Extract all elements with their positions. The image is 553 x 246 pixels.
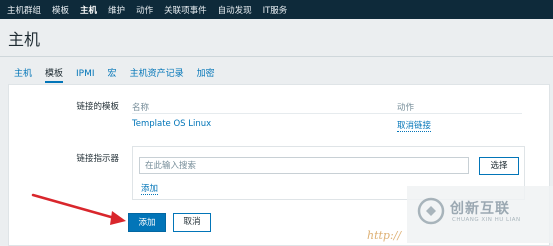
brand-logo-icon <box>417 197 445 225</box>
header-divider <box>0 56 553 57</box>
template-name-link[interactable]: Template OS Linux <box>132 119 211 129</box>
topnav-item-maintenance[interactable]: 维护 <box>108 4 125 16</box>
column-header-name: 名称 <box>132 103 150 113</box>
topnav-item-event-correlation[interactable]: 关联项事件 <box>164 4 207 16</box>
tab-macros[interactable]: 宏 <box>108 66 117 83</box>
linked-templates-table: 名称 动作 Template OS Linux 取消链接 <box>132 95 522 135</box>
column-header-action: 动作 <box>397 103 415 113</box>
add-button[interactable]: 添加 <box>128 213 166 232</box>
tab-host[interactable]: 主机 <box>14 66 32 83</box>
form-tabs: 主机 模板 IPMI 宏 主机资产记录 加密 <box>0 63 553 83</box>
topnav-item-actions[interactable]: 动作 <box>136 4 153 16</box>
topnav-item-hosts[interactable]: 主机 <box>80 4 97 16</box>
top-navigation: 主机群组 模板 主机 维护 动作 关联项事件 自动发现 IT服务 <box>0 0 553 19</box>
topnav-item-discovery[interactable]: 自动发现 <box>218 4 252 16</box>
tab-templates[interactable]: 模板 <box>45 66 64 83</box>
page-title: 主机 <box>8 30 41 49</box>
table-header-divider <box>132 113 522 114</box>
link-indicator-label: 链接指示器 <box>76 154 119 164</box>
watermark: 创新互联 CHUANG XIN HU LIAN http:// <box>367 186 553 243</box>
tab-encryption[interactable]: 加密 <box>197 66 215 83</box>
cancel-button[interactable]: 取消 <box>173 213 211 232</box>
topnav-item-host-groups[interactable]: 主机群组 <box>7 4 41 16</box>
tab-inventory[interactable]: 主机资产记录 <box>130 66 184 83</box>
watermark-brand-cn: 创新互联 <box>450 201 510 217</box>
tab-ipmi[interactable]: IPMI <box>76 69 95 83</box>
watermark-brand-en: CHUANG XIN HU LIAN <box>452 217 521 223</box>
template-search-input[interactable]: 在此输入搜索 <box>139 157 469 174</box>
select-template-button[interactable]: 选择 <box>479 157 519 175</box>
unlink-template-link[interactable]: 取消链接 <box>397 119 432 132</box>
topnav-item-templates[interactable]: 模板 <box>52 4 69 16</box>
linked-templates-label: 链接的模板 <box>76 102 119 112</box>
topnav-item-it-services[interactable]: IT服务 <box>263 4 288 16</box>
add-link-template-link[interactable]: 添加 <box>141 182 159 195</box>
watermark-url: http:// <box>367 229 402 242</box>
